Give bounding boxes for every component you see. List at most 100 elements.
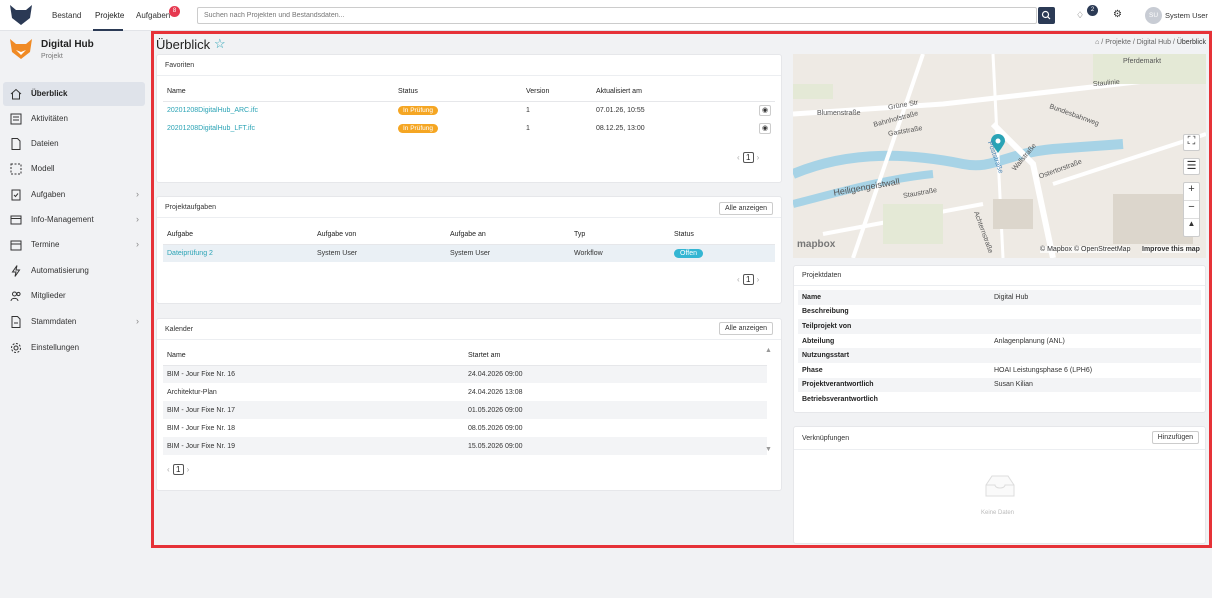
file-link[interactable]: 20201208DigitalHub_LFT.ifc	[163, 119, 394, 137]
scroll-up-icon[interactable]: ▲	[765, 347, 772, 354]
nav-bestand[interactable]: Bestand	[52, 11, 81, 20]
column-header[interactable]: Name	[163, 347, 464, 366]
field-key: Name	[798, 290, 990, 305]
avatar[interactable]: SU	[1145, 7, 1162, 24]
improve-map-link[interactable]: Improve this map	[1142, 246, 1200, 253]
table-row[interactable]: Dateiprüfung 2 System User System User W…	[163, 244, 775, 262]
breadcrumb-item[interactable]: Projekte	[1105, 39, 1131, 46]
user-name[interactable]: System User	[1165, 11, 1208, 20]
version-cell: 1	[526, 124, 530, 132]
column-header[interactable]: Status	[670, 226, 775, 245]
mapbox-logo[interactable]: mapbox	[797, 239, 835, 250]
card-title: Kalender	[165, 326, 194, 333]
card-title: Projektaufgaben	[165, 204, 216, 211]
table-row[interactable]: 20201208DigitalHub_LFT.ifc In Prüfung 1 …	[163, 119, 775, 137]
search-input[interactable]	[197, 7, 1037, 24]
fullscreen-button[interactable]: ⛶	[1183, 134, 1200, 151]
project-map[interactable]: Pferdemarkt Heiligengeistwall Staustraße…	[793, 54, 1206, 258]
sidebar-item-automatisierung[interactable]: Automatisierung	[3, 259, 145, 283]
zoom-in-button[interactable]: +	[1184, 183, 1199, 201]
sidebar-item-label: Aufgaben	[31, 190, 66, 199]
sidebar-item-termine[interactable]: Termine ›	[3, 233, 145, 257]
page-number[interactable]: 1	[172, 464, 184, 475]
home-icon[interactable]: ⌂	[1095, 39, 1099, 46]
next-page-icon[interactable]: ›	[757, 275, 760, 284]
event-start: 15.05.2026 09:00	[464, 437, 767, 455]
divider	[157, 339, 781, 340]
eye-icon[interactable]: ◉	[759, 104, 771, 116]
fox-logo[interactable]	[10, 5, 32, 25]
sidebar-item-label: Stammdaten	[31, 317, 77, 326]
star-icon[interactable]: ☆	[214, 36, 226, 52]
status-badge: In Prüfung	[398, 105, 438, 115]
show-all-calendar-button[interactable]: Alle anzeigen	[718, 322, 773, 335]
sidebar-item-aufgaben[interactable]: Aufgaben ›	[3, 183, 145, 207]
nav-projekte[interactable]: Projekte	[95, 11, 124, 20]
breadcrumb-item-current: Überblick	[1176, 39, 1206, 46]
sidebar-item-ueberblick[interactable]: Überblick	[3, 82, 145, 106]
zoom-out-button[interactable]: −	[1184, 201, 1199, 219]
column-header[interactable]: Aktualisiert am	[592, 83, 722, 102]
bell-icon[interactable]: ♢	[1076, 10, 1084, 21]
field-key: Nutzungsstart	[798, 348, 990, 363]
scroll-down-icon[interactable]: ▼	[765, 446, 772, 453]
project-data-table: Name Digital Hub Beschreibung Teilprojekt…	[798, 290, 1201, 407]
field-key: Phase	[802, 366, 823, 374]
event-name: BIM - Jour Fixe Nr. 19	[163, 437, 464, 455]
column-header[interactable]: Startet am	[464, 347, 767, 366]
sidebar-item-dateien[interactable]: Dateien	[3, 132, 145, 156]
breadcrumb-item[interactable]: Digital Hub	[1137, 39, 1171, 46]
divider	[157, 217, 781, 218]
settings-gear-icon[interactable]: ⚙	[1113, 9, 1122, 20]
sidebar-item-label: Dateien	[31, 139, 59, 148]
prev-page-icon[interactable]: ‹	[737, 275, 740, 284]
next-page-icon[interactable]: ›	[757, 153, 760, 162]
sidebar-item-mitglieder[interactable]: Mitglieder	[3, 284, 145, 308]
task-link[interactable]: Dateiprüfung 2	[163, 244, 313, 262]
chevron-right-icon: ›	[136, 239, 139, 249]
column-header[interactable]: Aufgabe an	[446, 226, 570, 245]
compass-icon[interactable]: ▲	[1184, 219, 1199, 236]
table-row[interactable]: BIM - Jour Fixe Nr. 17 01.05.2026 09:00	[163, 401, 767, 419]
sidebar-item-aktivitaeten[interactable]: Aktivitäten	[3, 107, 145, 131]
column-header[interactable]: Aufgabe	[163, 226, 313, 245]
eye-icon[interactable]: ◉	[759, 122, 771, 134]
column-header[interactable]: Status	[394, 83, 522, 102]
map-attribution[interactable]: © Mapbox © OpenStreetMap	[1040, 246, 1131, 253]
column-header[interactable]: Name	[163, 83, 394, 102]
prev-page-icon[interactable]: ‹	[167, 465, 170, 474]
sidebar-item-info-management[interactable]: Info-Management ›	[3, 208, 145, 232]
table-row[interactable]: BIM - Jour Fixe Nr. 18 08.05.2026 09:00	[163, 419, 767, 437]
field-value	[990, 348, 1201, 363]
sidebar-item-label: Info-Management	[31, 215, 94, 224]
column-header[interactable]: Aufgabe von	[313, 226, 446, 245]
sidebar-item-einstellungen[interactable]: Einstellungen	[3, 336, 145, 360]
table-row[interactable]: 20201208DigitalHub_ARC.ifc In Prüfung 1 …	[163, 101, 775, 119]
sidebar-item-label: Mitglieder	[31, 291, 66, 300]
event-name: BIM - Jour Fixe Nr. 16	[163, 365, 464, 383]
table-row[interactable]: BIM - Jour Fixe Nr. 19 15.05.2026 09:00	[163, 437, 767, 455]
file-link[interactable]: 20201208DigitalHub_ARC.ifc	[163, 101, 394, 119]
field-key: Betriebsverantwortlich	[802, 395, 878, 403]
layers-button[interactable]: ☰	[1183, 158, 1200, 175]
column-header[interactable]: Version	[522, 83, 592, 102]
nav-aufgaben[interactable]: Aufgaben	[136, 11, 170, 20]
add-link-button[interactable]: Hinzufügen	[1151, 431, 1199, 444]
page-number[interactable]: 1	[742, 274, 754, 285]
sidebar-item-stammdaten[interactable]: Stammdaten ›	[3, 310, 145, 334]
sidebar-item-modell[interactable]: Modell	[3, 157, 145, 181]
search-button[interactable]	[1038, 7, 1055, 24]
chevron-right-icon: ›	[136, 316, 139, 326]
status-badge: In Prüfung	[398, 123, 438, 133]
sidebar-item-label: Überblick	[31, 89, 68, 98]
model-icon	[10, 163, 22, 175]
table-row[interactable]: BIM - Jour Fixe Nr. 16 24.04.2026 09:00	[163, 365, 767, 383]
map-label: Blumenstraße	[817, 110, 861, 117]
prev-page-icon[interactable]: ‹	[737, 153, 740, 162]
show-all-tasks-button[interactable]: Alle anzeigen	[718, 202, 773, 215]
pagination: ‹ 1 ›	[737, 152, 759, 163]
page-number[interactable]: 1	[742, 152, 754, 163]
column-header[interactable]: Typ	[570, 226, 670, 245]
table-row[interactable]: Architektur-Plan 24.04.2026 13:08	[163, 383, 767, 401]
next-page-icon[interactable]: ›	[187, 465, 190, 474]
